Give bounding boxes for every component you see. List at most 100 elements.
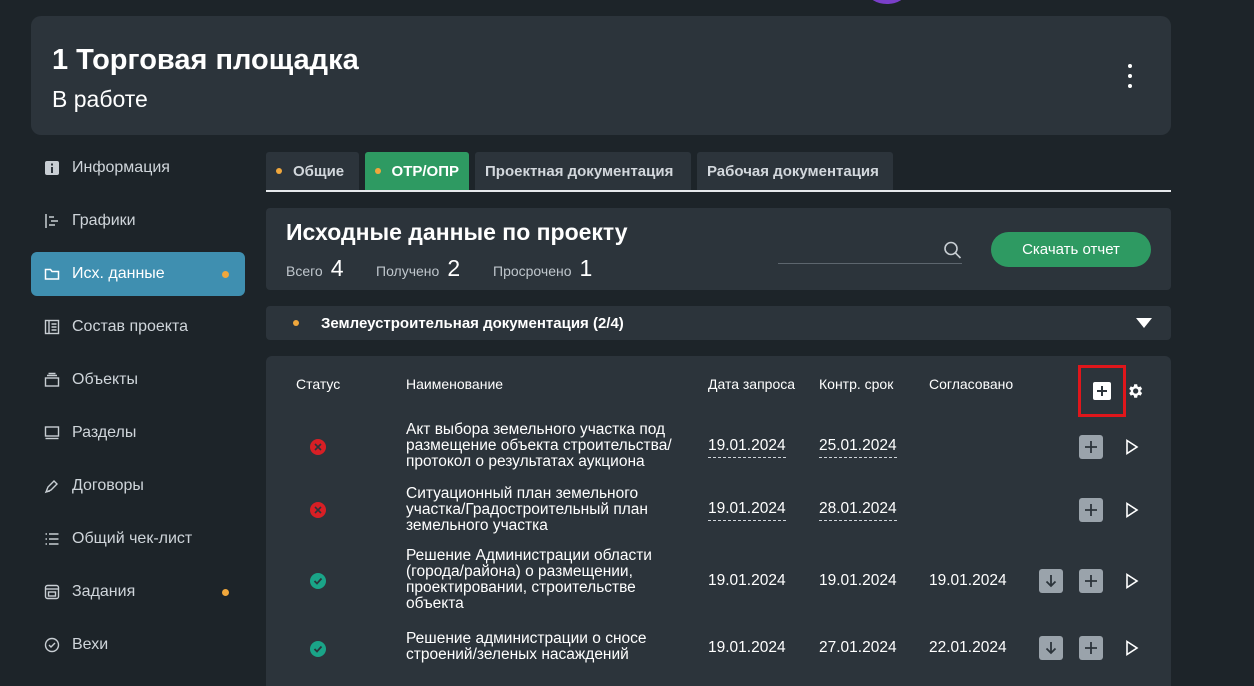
sidebar-item-schedules[interactable]: Графики bbox=[31, 199, 245, 243]
folder-icon bbox=[44, 266, 60, 282]
sidebar-item-label: Исх. данные bbox=[72, 265, 165, 282]
tab-project-docs[interactable]: Проектная документация bbox=[475, 152, 691, 190]
add-file-button[interactable] bbox=[1079, 435, 1103, 459]
table-row: Решение Администрации области (города/ра… bbox=[266, 548, 1171, 614]
sidebar-item-label: Вехи bbox=[72, 636, 109, 653]
stat-received-label: Получено bbox=[376, 263, 440, 279]
request-date: 19.01.2024 bbox=[708, 639, 786, 656]
project-header: 1 Торговая площадка В работе bbox=[31, 16, 1171, 135]
sidebar-item-checklist[interactable]: Общий чек-лист bbox=[31, 517, 245, 561]
table-row: Ситуационный план земельного участка/Гра… bbox=[266, 486, 1171, 536]
category-dot bbox=[293, 320, 299, 326]
table-row: Решение администрации о сносе строений/з… bbox=[266, 631, 1171, 667]
schedule-icon bbox=[44, 213, 60, 229]
sidebar-item-milestones[interactable]: Вехи bbox=[31, 623, 245, 667]
sidebar-item-contracts[interactable]: Договоры bbox=[31, 464, 245, 508]
sidebar-item-label: Договоры bbox=[72, 477, 144, 494]
notification-dot bbox=[222, 271, 229, 278]
check-circle-icon bbox=[44, 637, 60, 653]
chevron-down-icon[interactable] bbox=[1136, 318, 1152, 328]
tab-otr-opr[interactable]: ОТР/ОПР bbox=[365, 152, 469, 190]
add-file-button[interactable] bbox=[1079, 569, 1103, 593]
tab-dot bbox=[375, 168, 381, 174]
sidebar-item-label: Задания bbox=[72, 583, 136, 600]
sidebar-item-label: Состав проекта bbox=[72, 318, 189, 335]
tab-label: Рабочая документация bbox=[707, 162, 879, 180]
rejected-status-icon bbox=[310, 502, 326, 518]
objects-icon bbox=[44, 372, 60, 388]
request-date: 19.01.2024 bbox=[708, 572, 786, 589]
document-name: Ситуационный план земельного участка/Гра… bbox=[406, 485, 648, 534]
approved-date: 19.01.2024 bbox=[929, 572, 1007, 589]
plus-square-icon bbox=[1093, 382, 1111, 400]
tab-label: Общие bbox=[293, 162, 345, 180]
category-accordion[interactable]: Землеустроительная документация (2/4) bbox=[266, 306, 1171, 340]
add-file-button[interactable] bbox=[1079, 498, 1103, 522]
list-book-icon bbox=[44, 319, 60, 335]
deadline-date: 27.01.2024 bbox=[819, 639, 897, 656]
tasks-icon bbox=[44, 584, 60, 600]
approved-status-icon bbox=[310, 573, 326, 589]
search-input[interactable] bbox=[778, 236, 933, 263]
sidebar-item-label: Информация bbox=[72, 159, 170, 176]
sidebar-item-tasks[interactable]: Задания bbox=[31, 570, 245, 614]
tab-label: Проектная документация bbox=[485, 162, 674, 180]
add-item-button[interactable] bbox=[1078, 365, 1126, 417]
download-report-button[interactable]: Скачать отчет bbox=[991, 232, 1151, 267]
request-date[interactable]: 19.01.2024 bbox=[708, 437, 786, 458]
source-data-table: Статус Наименование Дата запроса Контр. … bbox=[266, 356, 1171, 686]
sidebar-item-label: Разделы bbox=[72, 424, 137, 441]
sidebar-item-sections[interactable]: Разделы bbox=[31, 411, 245, 455]
pen-icon bbox=[44, 478, 60, 494]
request-date[interactable]: 19.01.2024 bbox=[708, 500, 786, 521]
column-header-name: Наименование bbox=[406, 376, 504, 392]
sidebar-item-label: Объекты bbox=[72, 371, 138, 388]
document-name: Решение администрации о сносе строений/з… bbox=[406, 630, 647, 663]
deadline-date[interactable]: 25.01.2024 bbox=[819, 437, 897, 458]
add-file-button[interactable] bbox=[1079, 636, 1103, 660]
stat-received-value: 2 bbox=[447, 255, 461, 281]
stat-total-value: 4 bbox=[330, 255, 344, 281]
tabs-underline bbox=[266, 190, 1171, 192]
deadline-date[interactable]: 28.01.2024 bbox=[819, 500, 897, 521]
project-status: В работе bbox=[52, 86, 148, 112]
stat-overdue-value: 1 bbox=[579, 255, 593, 281]
search-icon[interactable] bbox=[942, 240, 962, 260]
gear-icon[interactable] bbox=[1126, 382, 1144, 400]
sidebar-item-objects[interactable]: Объекты bbox=[31, 358, 245, 402]
sidebar-item-project-composition[interactable]: Состав проекта bbox=[31, 305, 245, 349]
download-button[interactable] bbox=[1039, 569, 1063, 593]
sidebar-item-source-data[interactable]: Исх. данные bbox=[31, 252, 245, 296]
expand-row-icon[interactable] bbox=[1125, 502, 1139, 518]
download-button[interactable] bbox=[1039, 636, 1063, 660]
stat-total-label: Всего bbox=[286, 263, 323, 279]
sidebar-item-information[interactable]: Информация bbox=[31, 146, 245, 190]
expand-row-icon[interactable] bbox=[1125, 640, 1139, 656]
expand-row-icon[interactable] bbox=[1125, 573, 1139, 589]
tab-dot bbox=[276, 168, 282, 174]
user-avatar[interactable] bbox=[868, 0, 906, 4]
tab-working-docs[interactable]: Рабочая документация bbox=[697, 152, 893, 190]
approved-status-icon bbox=[310, 641, 326, 657]
stat-overdue-label: Просрочено bbox=[493, 263, 572, 279]
more-menu-icon[interactable] bbox=[1121, 64, 1139, 88]
column-header-deadline: Контр. срок bbox=[819, 376, 894, 392]
info-icon bbox=[44, 160, 60, 176]
column-header-request-date: Дата запроса bbox=[708, 376, 796, 392]
column-header-approved: Согласовано bbox=[929, 376, 1014, 392]
project-title: 1 Торговая площадка bbox=[52, 44, 359, 76]
expand-row-icon[interactable] bbox=[1125, 439, 1139, 455]
notification-dot bbox=[222, 589, 229, 596]
column-header-status: Статус bbox=[296, 376, 341, 392]
rejected-status-icon bbox=[310, 439, 326, 455]
sidebar-item-label: Графики bbox=[72, 212, 136, 229]
search-box bbox=[778, 236, 962, 264]
checklist-icon bbox=[44, 531, 60, 547]
document-name: Решение Администрации области (города/ра… bbox=[406, 547, 652, 612]
stat-total: Всего 4 bbox=[286, 255, 344, 282]
category-label: Землеустроительная документация (2/4) bbox=[321, 315, 624, 332]
stat-overdue: Просрочено 1 bbox=[493, 255, 592, 282]
stat-received: Получено 2 bbox=[376, 255, 460, 282]
sidebar: Информация Графики Исх. данные Состав пр… bbox=[31, 146, 245, 676]
tab-general[interactable]: Общие bbox=[266, 152, 359, 190]
